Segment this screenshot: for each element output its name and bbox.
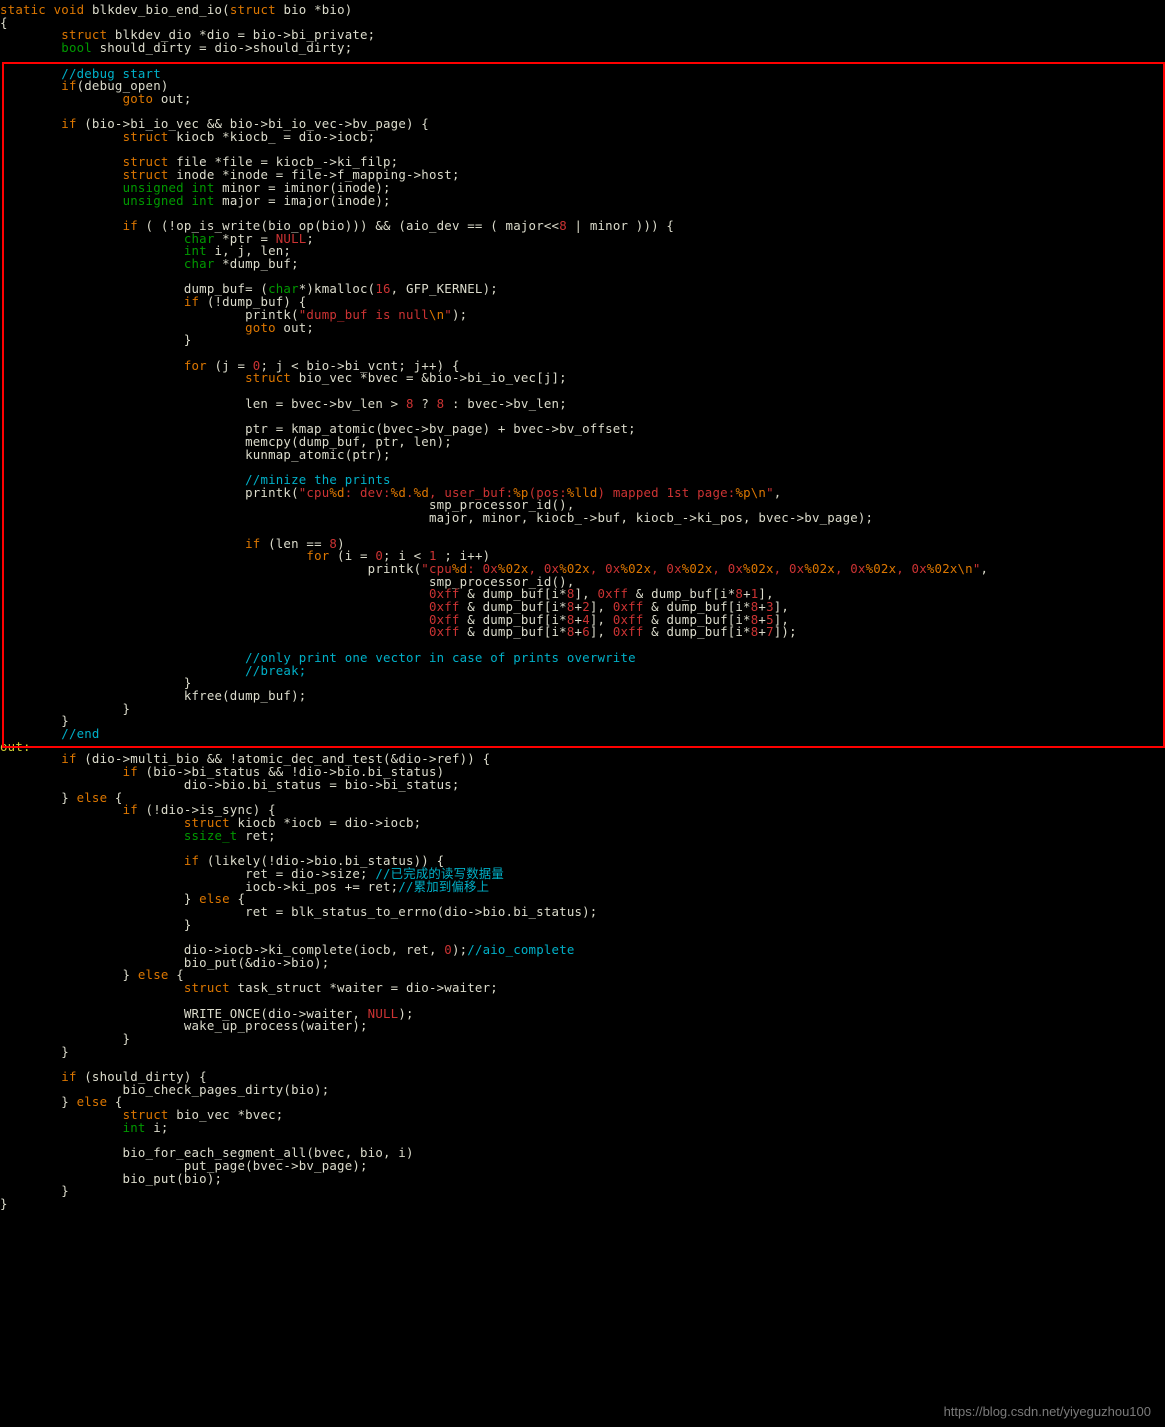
code-line: wake_up_process(waiter); (0, 1020, 1165, 1033)
code-line: bool should_dirty = dio->should_dirty; (0, 42, 1165, 55)
code-line: //debug start (0, 68, 1165, 81)
code-line: } (0, 919, 1165, 932)
code-line: } (0, 1198, 1165, 1211)
code-line: } (0, 334, 1165, 347)
code-line: } (0, 703, 1165, 716)
code-line: struct bio_vec *bvec = &bio->bi_io_vec[j… (0, 372, 1165, 385)
code-line: static void blkdev_bio_end_io(struct bio… (0, 4, 1165, 17)
code-line: char *dump_buf; (0, 258, 1165, 271)
watermark-text: https://blog.csdn.net/yiyeguzhou100 (944, 1404, 1151, 1419)
code-line: dio->bio.bi_status = bio->bi_status; (0, 779, 1165, 792)
code-line: kunmap_atomic(ptr); (0, 449, 1165, 462)
code-line: } (0, 715, 1165, 728)
code-line: goto out; (0, 93, 1165, 106)
code-line: 0xff & dump_buf[i*8+6], 0xff & dump_buf[… (0, 626, 1165, 639)
code-line: ssize_t ret; (0, 830, 1165, 843)
code-line: //end (0, 728, 1165, 741)
code-line: } (0, 1033, 1165, 1046)
code-line: bio_put(bio); (0, 1173, 1165, 1186)
code-line: struct bio_vec *bvec; (0, 1109, 1165, 1122)
code-line: struct kiocb *kiocb_ = dio->iocb; (0, 131, 1165, 144)
code-line: struct task_struct *waiter = dio->waiter… (0, 982, 1165, 995)
code-line: } (0, 1046, 1165, 1059)
code-line: int i; (0, 1122, 1165, 1135)
code-line: unsigned int major = imajor(inode); (0, 195, 1165, 208)
source-code-block: static void blkdev_bio_end_io(struct bio… (0, 0, 1165, 1211)
code-line: major, minor, kiocb_->buf, kiocb_->ki_po… (0, 512, 1165, 525)
code-line: kfree(dump_buf); (0, 690, 1165, 703)
code-line: } (0, 1185, 1165, 1198)
code-line: len = bvec->bv_len > 8 ? 8 : bvec->bv_le… (0, 398, 1165, 411)
code-line (0, 55, 1165, 68)
code-line: bio_check_pages_dirty(bio); (0, 1084, 1165, 1097)
